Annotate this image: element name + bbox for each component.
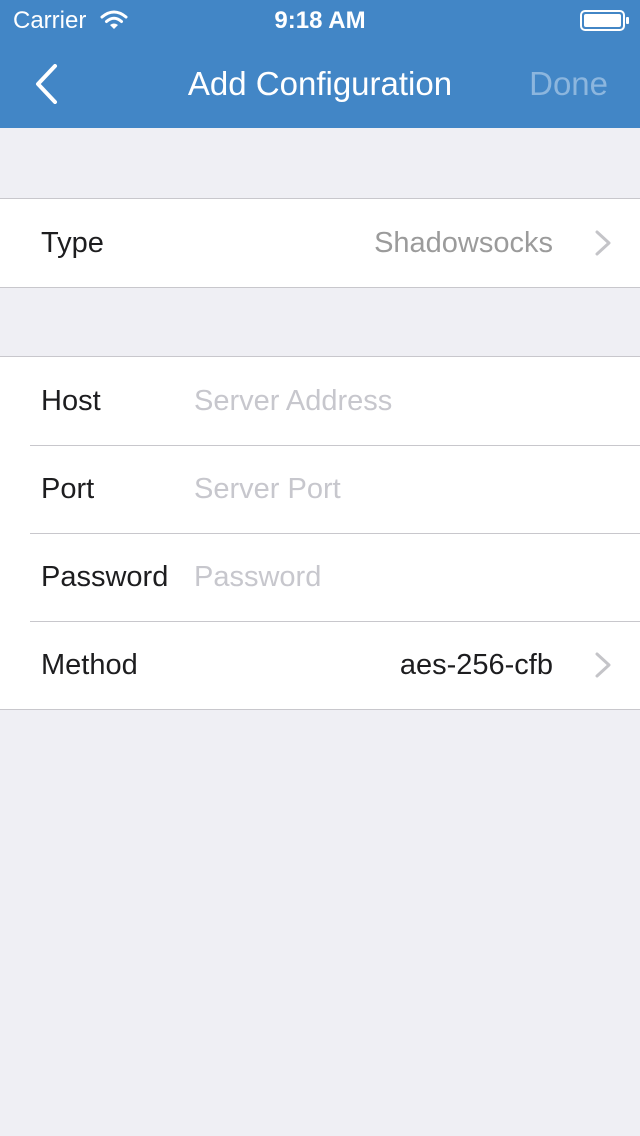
battery-icon — [580, 10, 629, 31]
password-row: Password — [0, 533, 640, 621]
method-label: Method — [41, 649, 138, 681]
host-row: Host — [0, 357, 640, 445]
chevron-right-icon — [595, 230, 611, 256]
port-row: Port — [0, 445, 640, 533]
password-label: Password — [41, 561, 169, 593]
header: Carrier 9:18 AM Add Configuration Done — [0, 0, 640, 128]
chevron-right-icon — [595, 652, 611, 678]
type-label: Type — [41, 227, 104, 259]
port-label: Port — [41, 473, 95, 505]
type-section: Type Shadowsocks — [0, 198, 640, 288]
host-input[interactable] — [194, 379, 614, 423]
server-section: Host Port Password Method aes-256-cfb — [0, 356, 640, 710]
status-time: 9:18 AM — [274, 7, 366, 34]
password-input[interactable] — [194, 555, 614, 599]
type-value: Shadowsocks — [374, 227, 553, 259]
port-input[interactable] — [194, 467, 614, 511]
done-button[interactable]: Done — [529, 65, 608, 103]
status-bar: Carrier 9:18 AM — [0, 0, 640, 40]
navigation-bar: Add Configuration Done — [0, 40, 640, 128]
method-value: aes-256-cfb — [399, 649, 553, 681]
method-row[interactable]: Method aes-256-cfb — [0, 621, 640, 709]
host-label: Host — [41, 385, 101, 417]
type-row[interactable]: Type Shadowsocks — [0, 199, 640, 287]
